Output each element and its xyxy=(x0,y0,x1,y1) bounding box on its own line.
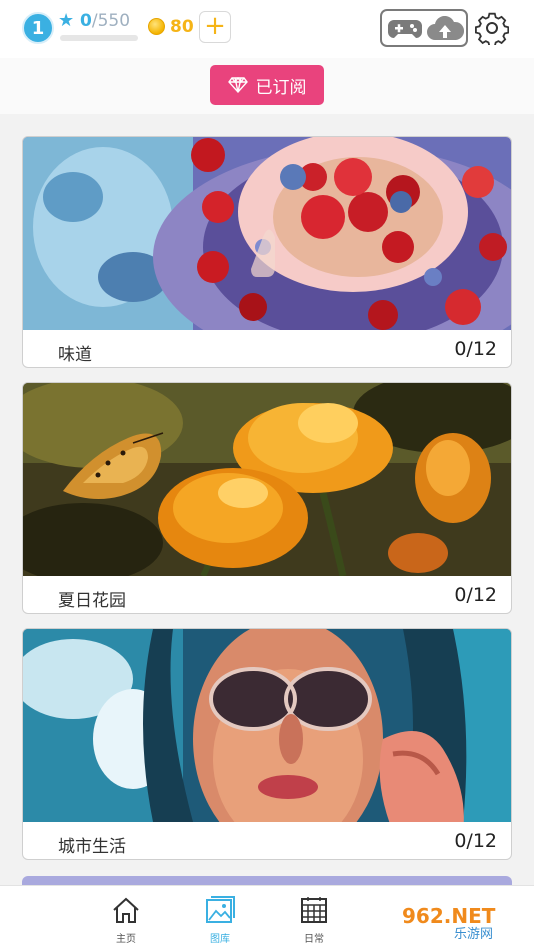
star-icon: ★ xyxy=(58,10,75,31)
category-card-city-life[interactable]: 城市生活 0/12 xyxy=(22,628,512,860)
home-icon xyxy=(113,897,139,923)
taste-artwork xyxy=(23,137,511,330)
nav-daily-label: 日常 xyxy=(304,934,324,945)
category-name: 味道 xyxy=(58,345,92,365)
nav-home[interactable]: 主页 xyxy=(96,896,156,945)
category-progress: 0/12 xyxy=(454,830,497,852)
category-card-summer-garden[interactable]: 夏日花园 0/12 xyxy=(22,382,512,614)
city-life-artwork xyxy=(23,629,511,822)
subscribed-button[interactable]: 已订阅 xyxy=(210,65,324,105)
cloud-sync-button[interactable] xyxy=(380,9,468,47)
coin-count: 80 xyxy=(170,17,194,37)
category-name: 城市生活 xyxy=(58,837,126,857)
bottom-navigation: 主页 图库 日常 962.NET 乐游网 xyxy=(0,885,534,949)
nav-daily[interactable]: 日常 xyxy=(284,896,344,945)
coin-icon xyxy=(148,18,165,35)
category-name: 夏日花园 xyxy=(58,591,126,611)
subscription-area: 已订阅 xyxy=(0,58,534,114)
site-watermark: 962.NET 乐游网 xyxy=(394,901,530,941)
category-progress: 0/12 xyxy=(454,584,497,606)
cloud-upload-icon xyxy=(427,16,464,40)
gallery-icon xyxy=(206,896,235,923)
top-bar: 1 ★ 0/550 80 + xyxy=(0,0,534,58)
xp-total: /550 xyxy=(91,11,131,31)
nav-home-label: 主页 xyxy=(116,934,136,945)
diamond-icon xyxy=(227,77,248,93)
level-badge[interactable]: 1 xyxy=(22,12,54,44)
summer-garden-artwork xyxy=(23,383,511,576)
nav-gallery-label: 图库 xyxy=(210,934,230,945)
add-coins-button[interactable]: + xyxy=(199,11,231,43)
category-card-taste[interactable]: 味道 0/12 xyxy=(22,136,512,368)
subscribed-label: 已订阅 xyxy=(255,77,307,98)
gear-icon[interactable] xyxy=(475,11,509,45)
gamepad-icon xyxy=(388,20,422,38)
xp-text: 0/550 xyxy=(80,11,130,31)
xp-current: 0 xyxy=(80,11,92,31)
category-progress: 0/12 xyxy=(454,338,497,360)
watermark-bottom: 乐游网 xyxy=(454,927,493,941)
xp-progress-bar xyxy=(60,35,138,41)
calendar-icon xyxy=(301,897,327,923)
nav-gallery[interactable]: 图库 xyxy=(190,896,250,945)
watermark-top: 962.NET xyxy=(402,904,496,928)
